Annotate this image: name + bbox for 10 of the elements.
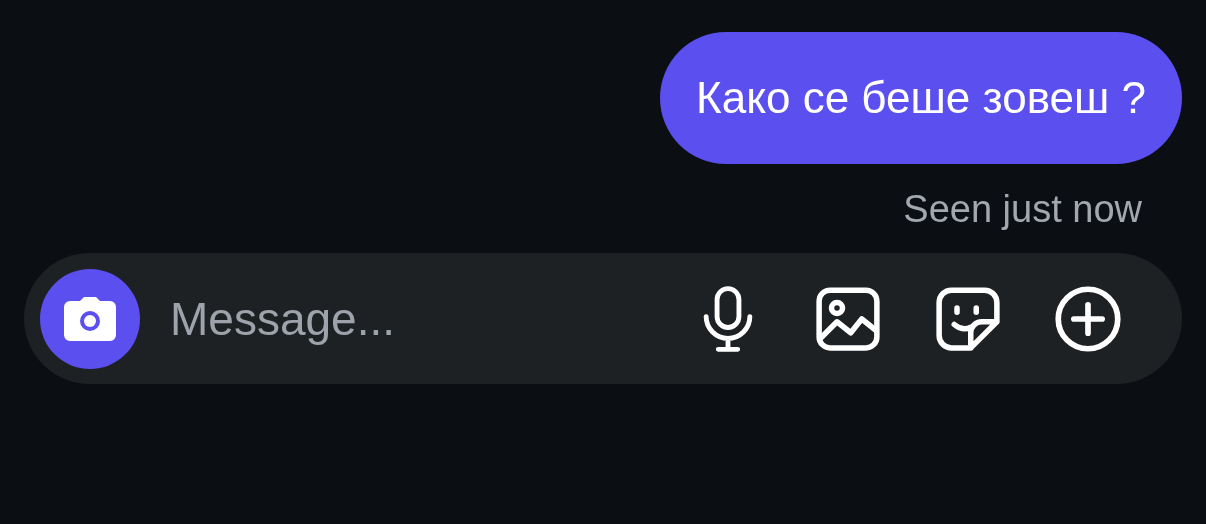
sticker-button[interactable]	[934, 284, 1002, 353]
sticker-icon	[935, 285, 1001, 352]
camera-icon	[62, 294, 118, 343]
add-button[interactable]	[1054, 284, 1122, 353]
plus-icon	[1054, 284, 1122, 353]
gallery-button[interactable]	[814, 284, 882, 353]
message-bubble: Како се беше зовеш ?	[660, 32, 1182, 164]
seen-status: Seen just now	[903, 188, 1142, 231]
message-input[interactable]: Message...	[170, 291, 642, 346]
image-icon	[815, 285, 881, 352]
